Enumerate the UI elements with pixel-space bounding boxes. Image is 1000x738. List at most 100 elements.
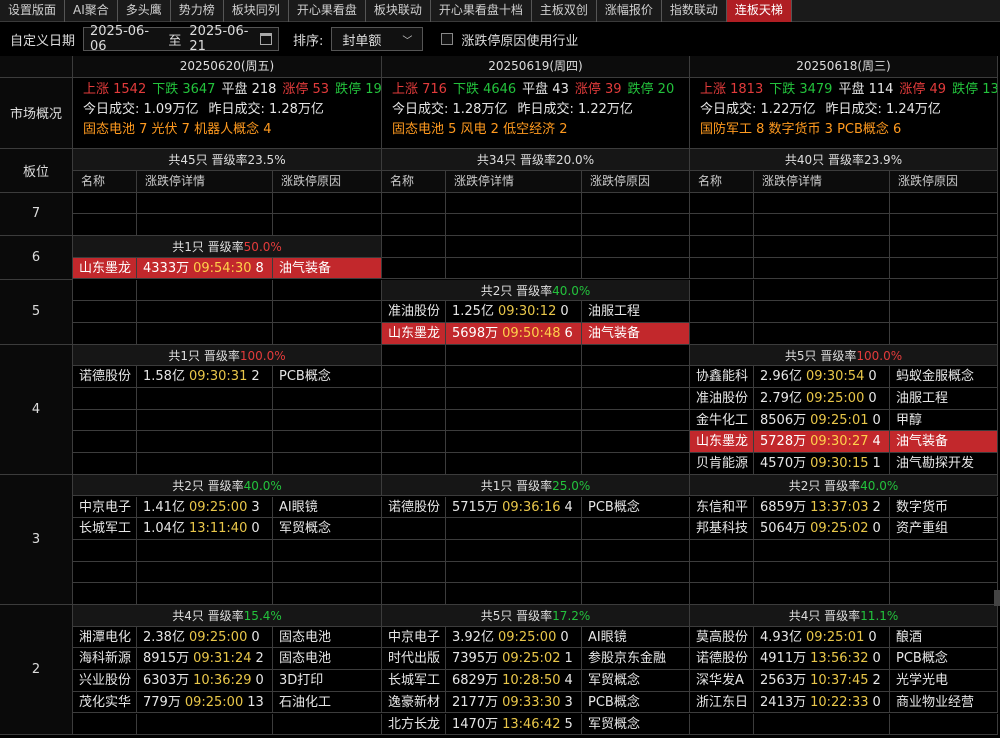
tab-9[interactable]: 涨幅报价	[597, 0, 662, 22]
stock-detail[interactable]: 1.58亿 09:30:31 2	[137, 366, 273, 388]
stock-detail[interactable]: 5064万 09:25:02 0	[754, 518, 890, 540]
limit-reason[interactable]: 油服工程	[582, 301, 690, 323]
limit-reason[interactable]: 固态电池	[273, 626, 382, 649]
limit-reason[interactable]: 油服工程	[890, 388, 998, 410]
stock-detail[interactable]: 2563万 10:37:45 2	[754, 670, 890, 692]
tab-8[interactable]: 主板双创	[532, 0, 597, 22]
stock-name[interactable]: 诺德股份	[690, 648, 754, 671]
limit-reason[interactable]: 商业物业经营	[890, 691, 998, 714]
limit-reason[interactable]: 军贸概念	[273, 518, 382, 540]
stock-name[interactable]: 协鑫能科	[690, 366, 754, 388]
tab-7[interactable]: 开心果看盘十档	[431, 0, 532, 22]
stock-detail[interactable]: 2413万 10:22:33 0	[754, 691, 890, 714]
stock-name[interactable]: 长城军工	[73, 518, 137, 540]
tab-6[interactable]: 板块联动	[366, 0, 431, 22]
limit-reason[interactable]: PCB概念	[890, 648, 998, 671]
stock-name[interactable]: 准油股份	[382, 301, 446, 323]
stock-detail[interactable]: 5728万 09:30:27 4	[754, 431, 890, 454]
stock-name[interactable]: 诺德股份	[73, 366, 137, 388]
stock-detail[interactable]: 4570万 09:30:15 1	[754, 453, 890, 475]
limit-reason[interactable]: PCB概念	[273, 366, 382, 388]
limit-reason[interactable]: 石油化工	[273, 691, 382, 714]
stock-detail[interactable]: 6303万 10:36:29 0	[137, 670, 273, 692]
limit-reason[interactable]: PCB概念	[582, 496, 690, 519]
stock-detail[interactable]: 2.96亿 09:30:54 0	[754, 366, 890, 388]
limit-reason[interactable]: 酿酒	[890, 626, 998, 649]
sort-select[interactable]: 封单额 ﹀	[331, 27, 424, 51]
stock-detail[interactable]: 3.92亿 09:25:00 0	[446, 626, 582, 649]
stock-name[interactable]: 金牛化工	[690, 409, 754, 432]
stock-detail[interactable]: 8506万 09:25:01 0	[754, 409, 890, 432]
stock-detail[interactable]: 6829万 10:28:50 4	[446, 670, 582, 692]
stock-name[interactable]: 长城军工	[382, 670, 446, 692]
stock-detail[interactable]: 5698万 09:50:48 6	[446, 322, 582, 345]
stock-name[interactable]: 莫高股份	[690, 626, 754, 649]
stock-detail[interactable]: 2.79亿 09:25:00 0	[754, 388, 890, 410]
stock-detail[interactable]: 2.38亿 09:25:00 0	[137, 626, 273, 649]
stock-detail[interactable]: 6859万 13:37:03 2	[754, 496, 890, 519]
limit-reason[interactable]: 军贸概念	[582, 713, 690, 736]
limit-reason[interactable]: 参股京东金融	[582, 648, 690, 671]
stock-detail[interactable]: 1.04亿 13:11:40 0	[137, 518, 273, 540]
stock-name[interactable]: 茂化实华	[73, 691, 137, 714]
stock-name[interactable]: 北方长龙	[382, 713, 446, 736]
limit-reason[interactable]: AI眼镜	[582, 626, 690, 649]
stock-detail[interactable]: 1.25亿 09:30:12 0	[446, 301, 582, 323]
limit-reason[interactable]: PCB概念	[582, 691, 690, 714]
stock-name[interactable]: 山东墨龙	[382, 322, 446, 345]
stock-detail[interactable]: 4911万 13:56:32 0	[754, 648, 890, 671]
limit-reason[interactable]: 资产重组	[890, 518, 998, 540]
stock-name[interactable]: 东信和平	[690, 496, 754, 519]
stock-detail[interactable]: 2177万 09:33:30 3	[446, 691, 582, 714]
calendar-icon[interactable]	[259, 33, 273, 45]
stock-name[interactable]: 诺德股份	[382, 496, 446, 519]
limit-reason[interactable]: 3D打印	[273, 670, 382, 692]
tab-0[interactable]: 设置版面	[0, 0, 66, 22]
industry-checkbox[interactable]	[441, 33, 454, 45]
limit-reason[interactable]: 甲醇	[890, 409, 998, 432]
stock-name[interactable]: 逸豪新材	[382, 691, 446, 714]
stock-name[interactable]: 兴业股份	[73, 670, 137, 692]
stock-detail[interactable]: 1.41亿 09:25:00 3	[137, 496, 273, 519]
stock-name[interactable]: 山东墨龙	[690, 431, 754, 454]
stock-name[interactable]: 山东墨龙	[73, 257, 137, 280]
stock-name[interactable]: 湘潭电化	[73, 626, 137, 649]
limit-reason[interactable]: 油气装备	[273, 257, 382, 280]
limit-reason[interactable]: 军贸概念	[582, 670, 690, 692]
stock-detail[interactable]: 7395万 09:25:02 1	[446, 648, 582, 671]
stock-name[interactable]: 海科新源	[73, 648, 137, 671]
limit-reason[interactable]: 蚂蚁金服概念	[890, 366, 998, 388]
limit-reason[interactable]: AI眼镜	[273, 496, 382, 519]
tab-5[interactable]: 开心果看盘	[289, 0, 366, 22]
stock-name[interactable]: 贝肯能源	[690, 453, 754, 475]
limit-reason[interactable]: 数字货币	[890, 496, 998, 519]
stock-name[interactable]: 邦基科技	[690, 518, 754, 540]
stock-name[interactable]: 准油股份	[690, 388, 754, 410]
limit-reason[interactable]: 油气装备	[582, 322, 690, 345]
stock-detail[interactable]: 8915万 09:31:24 2	[137, 648, 273, 671]
stock-detail[interactable]: 5715万 09:36:16 4	[446, 496, 582, 519]
date-to[interactable]: 2025-06-21	[189, 24, 259, 54]
tab-11[interactable]: 连板天梯	[726, 0, 792, 22]
stock-name[interactable]: 时代出版	[382, 648, 446, 671]
limit-reason[interactable]: 光学光电	[890, 670, 998, 692]
stock-detail[interactable]: 4.93亿 09:25:01 0	[754, 626, 890, 649]
stock-name[interactable]: 浙江东日	[690, 691, 754, 714]
tab-4[interactable]: 板块同列	[224, 0, 289, 22]
limit-reason[interactable]: 油气装备	[890, 431, 998, 454]
limit-reason[interactable]: 油气勘探开发	[890, 453, 998, 475]
stock-name[interactable]: 中京电子	[382, 626, 446, 649]
limit-reason[interactable]: 固态电池	[273, 648, 382, 671]
stock-name[interactable]: 深华发A	[690, 670, 754, 692]
stock-detail[interactable]: 779万 09:25:00 13	[137, 691, 273, 714]
scrollbar-thumb[interactable]	[994, 590, 1000, 606]
tab-3[interactable]: 势力榜	[171, 0, 224, 22]
tab-2[interactable]: 多头鹰	[118, 0, 171, 22]
stock-name[interactable]: 中京电子	[73, 496, 137, 519]
tab-10[interactable]: 指数联动	[662, 0, 727, 22]
stock-detail[interactable]: 1470万 13:46:42 5	[446, 713, 582, 736]
industry-checkbox-label[interactable]: 涨跌停原因使用行业	[461, 30, 578, 49]
tab-1[interactable]: AI聚合	[65, 0, 118, 22]
stock-detail[interactable]: 4333万 09:54:30 8	[137, 257, 273, 280]
date-from[interactable]: 2025-06-06	[90, 24, 160, 54]
